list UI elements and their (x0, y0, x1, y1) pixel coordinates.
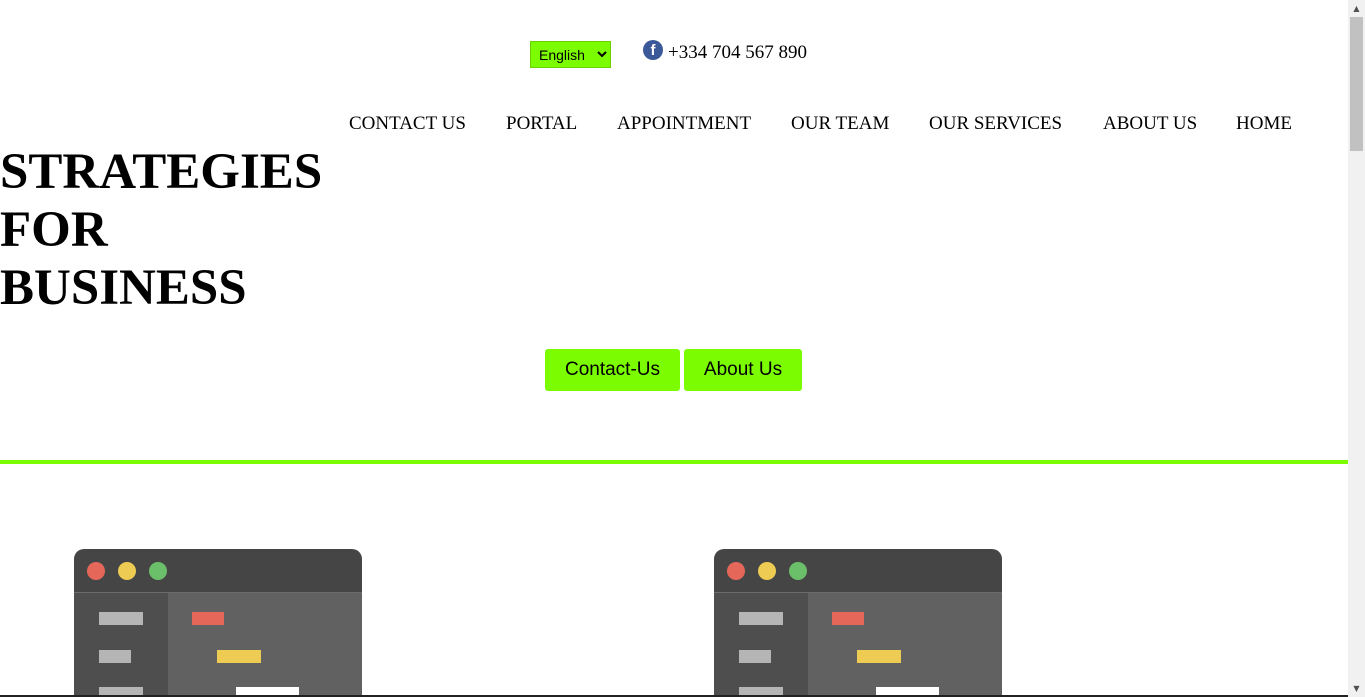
code-line-bar (99, 650, 131, 663)
nav-item-appointment[interactable]: APPOINTMENT (617, 113, 751, 135)
window-maximize-dot (789, 562, 807, 580)
nav-item-our-services[interactable]: OUR SERVICES (929, 113, 1062, 135)
code-line-bar (739, 687, 783, 695)
code-window-sidebar (74, 593, 168, 695)
main-nav: CONTACT US PORTAL APPOINTMENT OUR TEAM O… (0, 113, 1348, 137)
hero-title-line-1: STRATEGIES (0, 144, 323, 200)
code-line-bar (99, 612, 143, 625)
nav-item-about-us[interactable]: ABOUT US (1103, 113, 1197, 135)
window-maximize-dot (149, 562, 167, 580)
code-line-bar (876, 687, 939, 695)
scroll-down-arrow-icon[interactable]: ▼ (1348, 680, 1365, 697)
section-divider (0, 460, 1348, 464)
code-line-bar (739, 650, 771, 663)
code-window-sidebar (714, 593, 808, 695)
hero-title-line-3: BUSINESS (0, 260, 247, 316)
scroll-up-arrow-icon[interactable]: ▲ (1348, 0, 1365, 17)
window-minimize-dot (118, 562, 136, 580)
phone-number: +334 704 567 890 (668, 42, 807, 63)
code-editor-window-icon (714, 549, 1002, 695)
hero-title: STRATEGIES FOR BUSINESS (0, 143, 322, 317)
nav-item-home[interactable]: HOME (1236, 113, 1292, 135)
window-minimize-dot (758, 562, 776, 580)
about-us-button[interactable]: About Us (684, 349, 802, 391)
facebook-icon[interactable]: f (643, 40, 663, 60)
code-line-bar (192, 612, 224, 625)
code-line-bar (832, 612, 864, 625)
contact-us-button[interactable]: Contact-Us (545, 349, 680, 391)
code-line-bar (236, 687, 299, 695)
code-line-bar (739, 612, 783, 625)
code-window-body (714, 592, 1002, 695)
window-close-dot (87, 562, 105, 580)
code-line-bar (857, 650, 901, 663)
code-window-body (74, 592, 362, 695)
code-line-bar (217, 650, 261, 663)
scrollbar-thumb[interactable] (1350, 17, 1363, 151)
nav-item-contact-us[interactable]: CONTACT US (349, 113, 466, 135)
vertical-scrollbar[interactable]: ▲ ▼ (1348, 0, 1365, 697)
code-line-bar (99, 687, 143, 695)
window-close-dot (727, 562, 745, 580)
code-editor-window-icon (74, 549, 362, 695)
hero-title-line-2: FOR (0, 202, 108, 258)
page: English f +334 704 567 890 CONTACT US PO… (0, 0, 1348, 697)
nav-item-portal[interactable]: PORTAL (506, 113, 577, 135)
nav-item-our-team[interactable]: OUR TEAM (791, 113, 889, 135)
language-select[interactable]: English (530, 41, 611, 68)
